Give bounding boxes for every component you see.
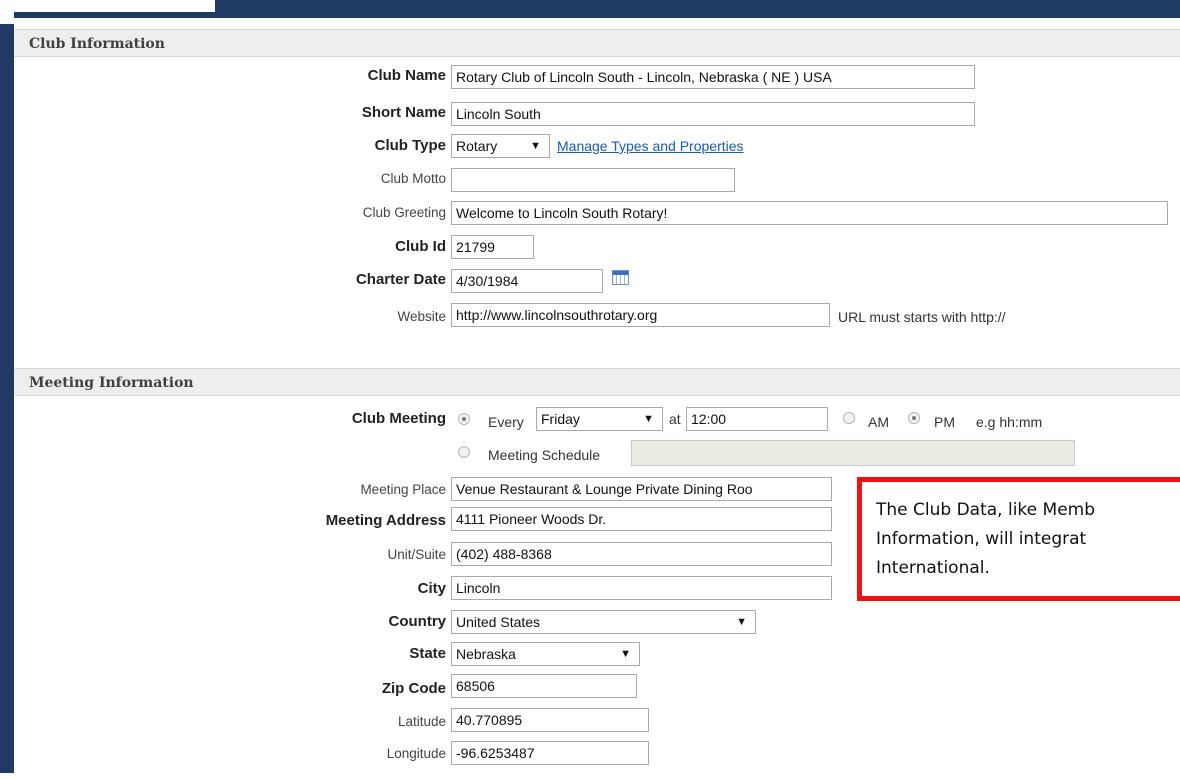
meeting-place-label: Meeting Place — [360, 482, 446, 497]
every-label: Every — [488, 414, 524, 430]
website-field[interactable]: http://www.lincolnsouthrotary.org — [451, 303, 830, 327]
zip-code-field[interactable]: 68506 — [451, 674, 637, 698]
club-meeting-label: Club Meeting — [351, 410, 446, 427]
meeting-schedule-label: Meeting Schedule — [488, 447, 601, 463]
city-field[interactable]: Lincoln — [451, 576, 832, 600]
unit-suite-field[interactable]: (402) 488-8368 — [451, 542, 832, 566]
city-label: City — [417, 580, 446, 597]
longitude-label: Longitude — [386, 746, 446, 761]
callout-line-3: International. — [876, 558, 990, 578]
website-hint: URL must starts with http:// — [838, 309, 1006, 325]
meeting-day-select[interactable]: Friday ▼ — [536, 407, 663, 431]
club-id-label: Club Id — [395, 238, 446, 255]
country-select[interactable]: United States ▼ — [451, 610, 756, 634]
club-information-header: Club Information — [14, 29, 1180, 57]
club-name-label: Club Name — [367, 67, 446, 84]
state-label: State — [409, 645, 446, 662]
meeting-schedule-field[interactable] — [631, 440, 1075, 466]
meeting-time-field[interactable]: 12:00 — [686, 407, 828, 431]
meeting-place-field[interactable]: Venue Restaurant & Lounge Private Dining… — [451, 477, 832, 501]
manage-types-link[interactable]: Manage Types and Properties — [557, 138, 744, 154]
meeting-address-field[interactable]: 4111 Pioneer Woods Dr. — [451, 507, 832, 531]
latitude-field[interactable]: 40.770895 — [451, 708, 649, 732]
country-value: United States — [456, 614, 541, 630]
longitude-field[interactable]: -96.6253487 — [451, 741, 649, 765]
club-type-value: Rotary — [456, 138, 498, 154]
meeting-address-label: Meeting Address — [325, 512, 446, 529]
callout-note: The Club Data, like Memb Information, wi… — [857, 477, 1180, 601]
calendar-icon[interactable] — [612, 270, 629, 285]
unit-suite-label: Unit/Suite — [387, 547, 446, 562]
country-label: Country — [388, 613, 447, 630]
club-type-select[interactable]: Rotary ▼ — [451, 134, 550, 158]
at-label: at — [669, 411, 681, 427]
charter-date-field[interactable]: 4/30/1984 — [451, 269, 603, 293]
every-radio[interactable] — [458, 413, 470, 425]
state-value: Nebraska — [456, 646, 516, 662]
chevron-down-icon: ▼ — [736, 616, 747, 628]
club-greeting-field[interactable]: Welcome to Lincoln South Rotary! — [451, 201, 1168, 225]
short-name-field[interactable]: Lincoln South — [451, 102, 975, 126]
meeting-information-header: Meeting Information — [14, 368, 1180, 396]
callout-line-1: The Club Data, like Memb — [876, 500, 1096, 520]
meeting-day-value: Friday — [541, 411, 580, 427]
chevron-down-icon: ▼ — [530, 140, 541, 152]
club-name-field[interactable]: Rotary Club of Lincoln South - Lincoln, … — [451, 65, 975, 89]
club-motto-field[interactable] — [451, 168, 735, 192]
chevron-down-icon: ▼ — [620, 648, 631, 660]
website-label: Website — [397, 309, 446, 324]
time-format-hint: e.g hh:mm — [976, 414, 1043, 430]
charter-date-label: Charter Date — [355, 271, 446, 288]
meeting-schedule-radio[interactable] — [458, 446, 470, 458]
club-motto-label: Club Motto — [380, 171, 446, 186]
short-name-label: Short Name — [361, 104, 446, 121]
am-radio[interactable] — [843, 412, 855, 424]
club-greeting-label: Club Greeting — [362, 205, 446, 220]
club-type-label: Club Type — [374, 137, 446, 154]
page-frame-left — [0, 0, 14, 773]
pm-radio[interactable] — [908, 412, 920, 424]
latitude-label: Latitude — [397, 714, 446, 729]
state-select[interactable]: Nebraska ▼ — [451, 642, 640, 666]
am-label: AM — [868, 414, 889, 430]
zip-code-label: Zip Code — [381, 680, 446, 697]
callout-line-2: Information, will integrat — [876, 529, 1087, 549]
pm-label: PM — [934, 414, 955, 430]
chevron-down-icon: ▼ — [643, 413, 654, 425]
club-id-field[interactable]: 21799 — [451, 235, 534, 259]
